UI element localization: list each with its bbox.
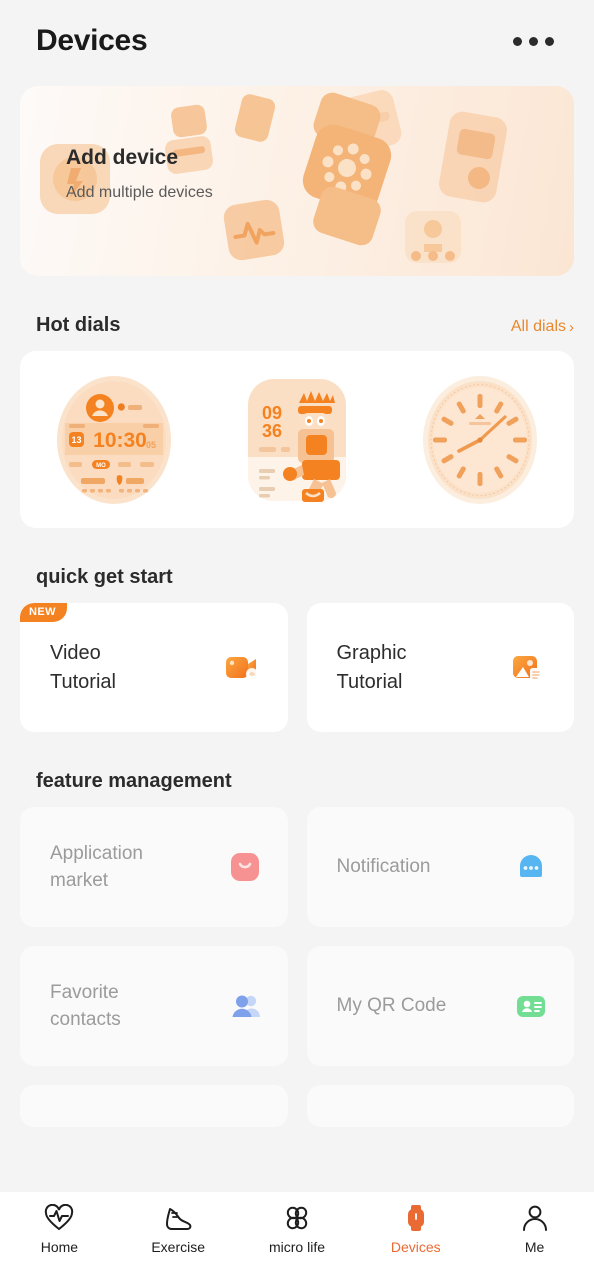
application-market-label: Application market [50, 840, 143, 895]
svg-text:36: 36 [262, 421, 282, 441]
running-shoe-icon [166, 1208, 192, 1230]
my-qr-code-line1: My QR Code [336, 995, 447, 1017]
bottom-tab-bar: Home Exercise micro life Devices Me [0, 1192, 594, 1280]
quick-start-grid: NEW Video Tutorial Graphic Tutorial [0, 603, 594, 732]
tab-micro-life-label: micro life [268, 1239, 325, 1255]
my-qr-code-card[interactable]: My QR Code [306, 946, 574, 1066]
page-header: Devices [0, 0, 594, 72]
tab-exercise-label: Exercise [151, 1239, 206, 1255]
feature-row-3-partial [0, 1085, 594, 1127]
graphic-tutorial-line2: Tutorial [336, 670, 403, 693]
person-icon [522, 1205, 547, 1231]
my-qr-code-label: My QR Code [337, 992, 447, 1019]
tab-me-label: Me [524, 1239, 545, 1255]
tab-me[interactable]: Me [475, 1204, 594, 1255]
tab-home-label: Home [40, 1239, 79, 1255]
favorite-contacts-line1: Favorite [50, 981, 119, 1003]
tab-exercise[interactable]: Exercise [119, 1204, 238, 1255]
chat-bubble-icon [520, 855, 542, 877]
feature-row-2: Favorite contacts My QR Code [0, 946, 594, 1066]
all-dials-label: All dials [510, 318, 566, 335]
notification-line1: Notification [336, 856, 431, 878]
dial-analog-classic[interactable] [421, 375, 539, 505]
banner-title: Add device [66, 146, 179, 169]
graphic-tutorial-label: Graphic Tutorial [337, 639, 407, 696]
svg-text:05: 05 [146, 440, 156, 450]
favorite-contacts-line2: contacts [50, 1009, 121, 1030]
feature-card-partial-left[interactable] [20, 1085, 288, 1127]
video-tutorial-card[interactable]: NEW Video Tutorial [20, 603, 288, 732]
hot-dials-header: Hot dials All dials › [0, 314, 594, 337]
svg-text:MO: MO [96, 463, 106, 469]
contacts-people-icon [232, 995, 260, 1017]
smartwatch-icon [407, 1205, 424, 1231]
video-tutorial-line1: Video [50, 642, 101, 665]
id-card-icon [517, 996, 545, 1017]
hot-dials-card: 13 x 10:30 05 MO 09 3 [20, 351, 574, 528]
svg-text:10:30: 10:30 [93, 429, 147, 452]
application-market-line1: Application [50, 842, 143, 864]
video-tutorial-label: Video Tutorial [50, 639, 116, 696]
new-badge: NEW [20, 603, 67, 622]
notification-label: Notification [337, 853, 431, 880]
heart-pulse-icon [45, 1204, 74, 1231]
svg-text:09: 09 [262, 403, 282, 423]
svg-text:13: 13 [72, 435, 82, 445]
tab-micro-life[interactable]: micro life [238, 1204, 357, 1255]
feature-card-partial-right[interactable] [306, 1085, 574, 1127]
clover-flower-icon [286, 1206, 308, 1230]
quick-start-header: quick get start [0, 566, 594, 589]
image-picture-icon [513, 655, 542, 680]
section-title-feature-management: feature management [36, 770, 232, 792]
tab-devices[interactable]: Devices [356, 1204, 475, 1255]
feature-row-1: Application market Notification [0, 807, 594, 927]
all-dials-link[interactable]: All dials › [511, 318, 574, 336]
video-camera-icon [225, 656, 258, 680]
dial-round-activity[interactable]: 13 x 10:30 05 MO [55, 375, 173, 505]
tab-home[interactable]: Home [0, 1204, 119, 1255]
app-store-icon [230, 853, 259, 881]
graphic-tutorial-line1: Graphic [336, 642, 407, 665]
banner-text-block: Add device Add multiple devices [66, 146, 213, 202]
application-market-card[interactable]: Application market [20, 807, 288, 927]
dial-square-character[interactable]: 09 36 [244, 375, 350, 505]
notification-card[interactable]: Notification [306, 807, 574, 927]
video-tutorial-line2: Tutorial [50, 670, 116, 693]
application-market-line2: market [50, 870, 109, 891]
devices-screen: Devices Add device Add multiple devices … [0, 0, 594, 1280]
feature-management-header: feature management [0, 770, 594, 793]
tab-devices-label: Devices [390, 1239, 441, 1255]
favorite-contacts-card[interactable]: Favorite contacts [20, 946, 288, 1066]
more-horizontal-icon[interactable] [509, 27, 558, 56]
section-title-hot-dials: Hot dials [36, 314, 121, 336]
scrollable-content[interactable]: Devices Add device Add multiple devices … [0, 0, 594, 1192]
chevron-right-icon: › [569, 318, 574, 336]
graphic-tutorial-card[interactable]: Graphic Tutorial [306, 603, 574, 732]
favorite-contacts-label: Favorite contacts [50, 979, 121, 1034]
add-device-banner[interactable]: Add device Add multiple devices [20, 86, 574, 276]
banner-subtitle: Add multiple devices [66, 184, 213, 201]
page-title: Devices [36, 24, 148, 57]
section-title-quick-start: quick get start [36, 566, 173, 588]
